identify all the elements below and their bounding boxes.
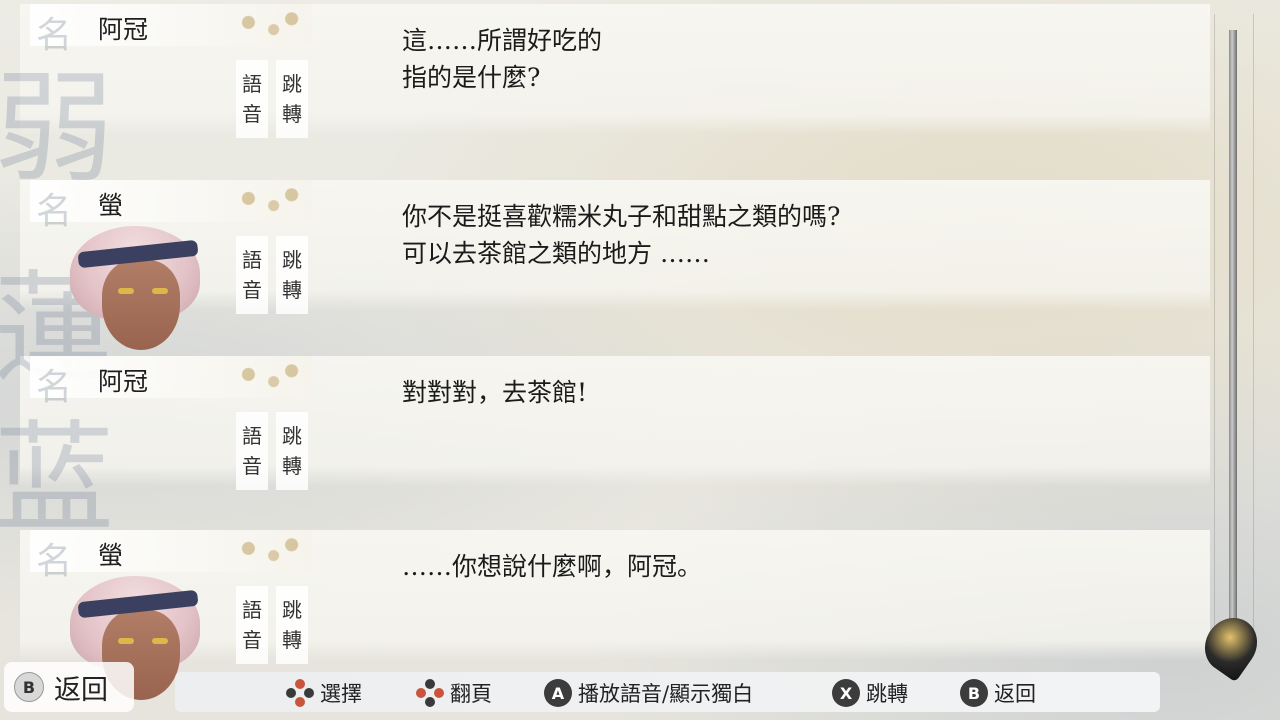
a-button-icon: A (544, 679, 572, 707)
dialogue-text: 這……所謂好吃的 指的是什麼? (402, 26, 603, 92)
jump-button[interactable]: 跳轉 (276, 60, 308, 138)
character-portrait (40, 216, 210, 356)
speaker-name: 螢 (98, 541, 124, 570)
dpad-left-right-icon (416, 679, 444, 707)
hint-page: 翻頁 (416, 678, 492, 708)
scrollbar-track[interactable] (1229, 30, 1237, 630)
back-button-label: 返回 (54, 674, 108, 706)
log-entry: 名 螢 語音 跳轉 你不是挺喜歡糯米丸子和甜點之類的嗎? 可以去茶館之類的地方 … (0, 180, 1200, 355)
jump-button[interactable]: 跳轉 (276, 586, 308, 664)
hint-jump: X 跳轉 (832, 678, 908, 708)
play-voice-button[interactable]: 語音 (236, 236, 268, 314)
play-voice-button[interactable]: 語音 (236, 586, 268, 664)
b-button-icon: B (14, 672, 44, 702)
play-voice-button[interactable]: 語音 (236, 412, 268, 490)
hint-back: B 返回 (960, 678, 1036, 708)
flower-ornament-icon (234, 184, 306, 220)
jump-button[interactable]: 跳轉 (276, 236, 308, 314)
dpad-up-down-icon (286, 679, 314, 707)
flower-ornament-icon (234, 8, 306, 44)
flower-ornament-icon (234, 534, 306, 570)
dialogue-text: 對對對，去茶館! (402, 378, 588, 407)
dialogue-text: 你不是挺喜歡糯米丸子和甜點之類的嗎? 可以去茶館之類的地方 …… (402, 202, 841, 268)
x-button-icon: X (832, 679, 860, 707)
play-voice-button[interactable]: 語音 (236, 60, 268, 138)
speaker-name: 阿冠 (98, 367, 149, 396)
speaker-name: 螢 (98, 191, 124, 220)
name-ghost-glyph: 名 (36, 367, 73, 408)
flower-ornament-icon (234, 360, 306, 396)
name-ghost-glyph: 名 (36, 541, 73, 582)
hint-play-voice: A 播放語音/顯示獨白 (544, 678, 753, 708)
dialogue-text: ……你想說什麼啊，阿冠。 (402, 552, 703, 581)
name-ghost-glyph: 名 (36, 15, 73, 56)
log-entry: 名 阿冠 語音 跳轉 這……所謂好吃的 指的是什麼? (0, 4, 1200, 179)
name-ghost-glyph: 名 (36, 191, 73, 232)
hint-select: 選擇 (286, 678, 362, 708)
b-button-icon: B (960, 679, 988, 707)
speaker-name: 阿冠 (98, 15, 149, 44)
back-button[interactable]: B 返回 (4, 662, 134, 712)
jump-button[interactable]: 跳轉 (276, 412, 308, 490)
log-entry: 名 阿冠 語音 跳轉 對對對，去茶館! (0, 356, 1200, 531)
